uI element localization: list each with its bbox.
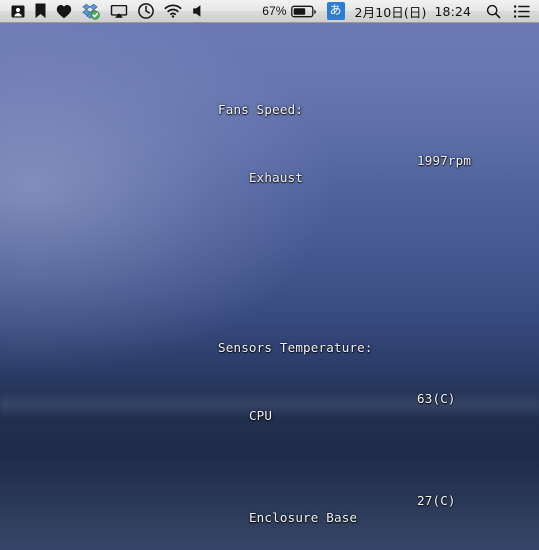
menu-bar: 67% あ 2月10日(日) 18:24 [0,0,539,23]
search-icon[interactable] [476,0,509,23]
stat-value-exhaust: 1997rpm [417,153,472,168]
stat-label-enclosure-base: Enclosure Base [248,510,358,525]
stat-row: Enclosure Base 27(C) [218,492,456,550]
bookmark-icon[interactable] [30,0,51,23]
battery-percent-label: 67% [262,4,287,18]
airplay-icon[interactable] [105,0,133,23]
input-source-label: あ [326,2,345,20]
stat-row: CPU 63(C) [218,390,456,458]
stat-label-cpu-temp: CPU [248,408,273,423]
stat-value-cpu-temp: 63(C) [417,391,456,406]
section-title-sensors-temperature: Sensors Temperature: [218,340,373,355]
dropbox-icon[interactable] [77,0,105,23]
section-title-fans-speed: Fans Speed: [218,102,304,117]
heart-icon[interactable] [51,0,77,23]
stat-row: Exhaust 1997rpm [218,152,471,220]
stat-value-enclosure-base: 27(C) [417,493,456,508]
clock-time: 18:24 [434,3,471,19]
stat-label-exhaust: Exhaust [248,170,304,185]
clock-date: 2月10日(日) [354,4,427,20]
notification-center-icon[interactable] [509,0,532,23]
section-spacer [218,254,373,271]
battery-status[interactable]: 67% [257,0,321,23]
input-source-indicator[interactable]: あ [322,0,350,23]
wifi-icon[interactable] [159,0,187,23]
system-stats-overlay: Fans Speed: Exhaust 1997rpm Sensors Temp… [218,33,471,550]
time-machine-icon[interactable] [133,0,159,23]
menu-bar-clock[interactable]: 2月10日(日) 18:24 [350,0,476,23]
volume-icon[interactable] [187,0,209,23]
user-account-icon[interactable] [6,0,30,23]
